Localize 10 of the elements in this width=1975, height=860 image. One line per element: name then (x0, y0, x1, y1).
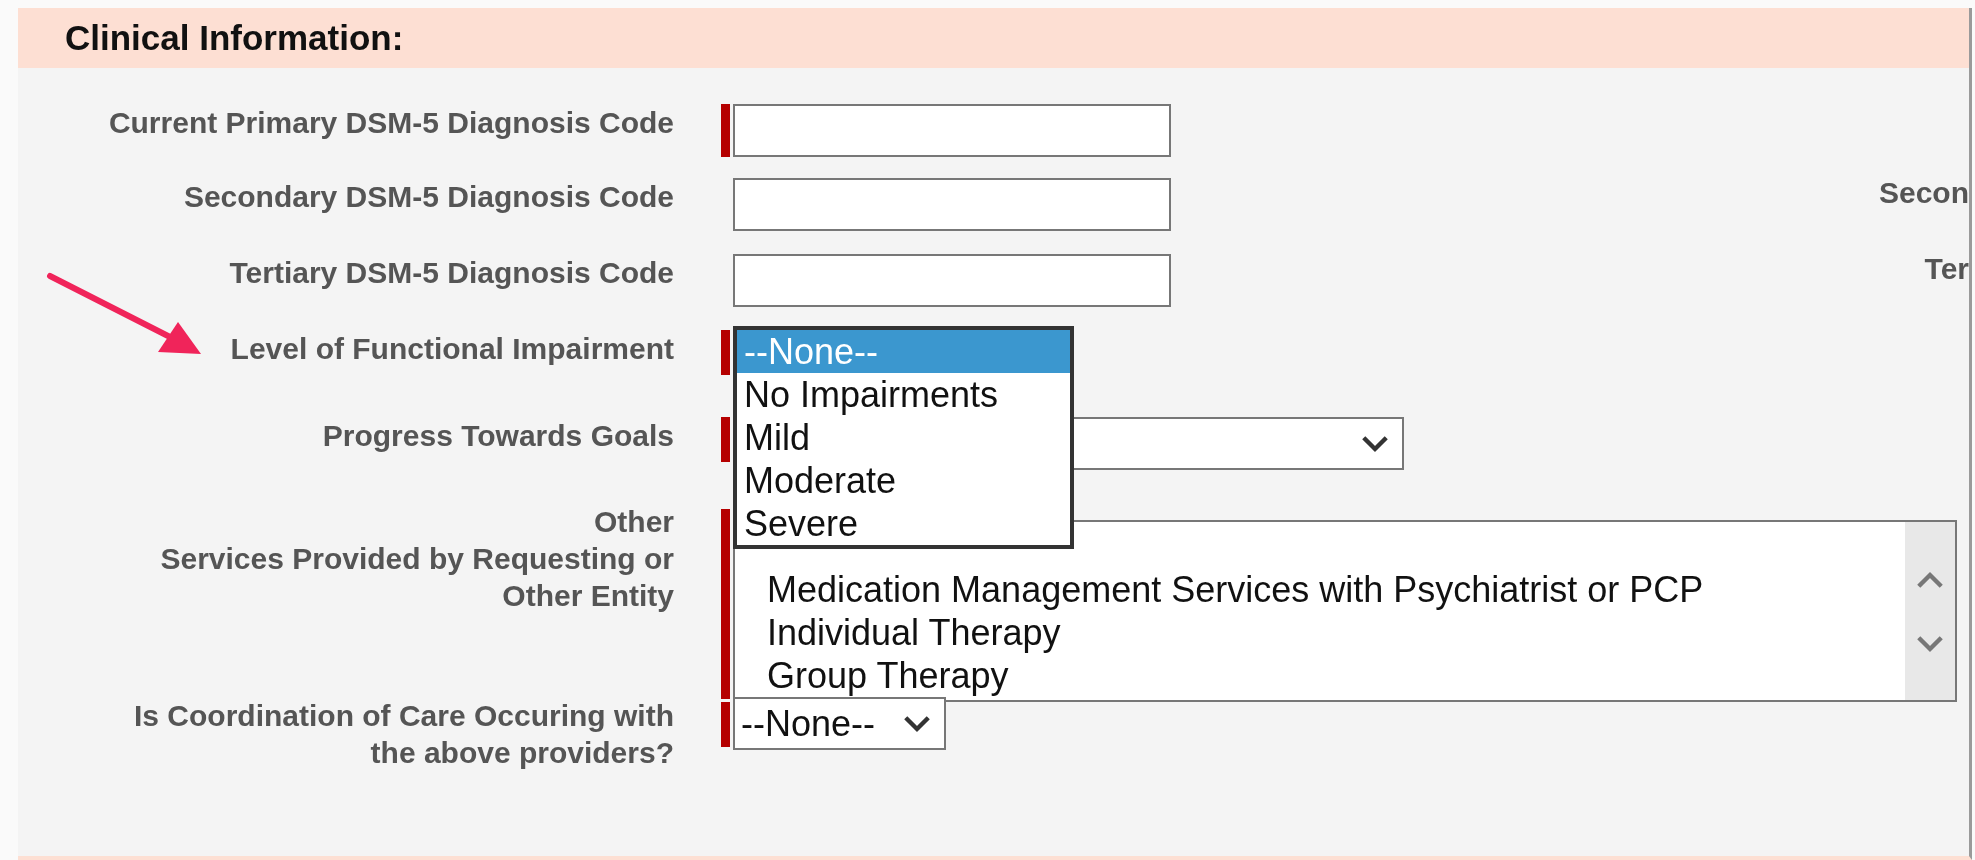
field-label: Progress Towards Goals (322, 418, 674, 454)
field-label: Ter (1924, 252, 1969, 286)
field-label: Tertiary DSM-5 Diagnosis Code (229, 255, 674, 291)
field-label: Level of Functional Impairment (230, 331, 674, 367)
field-label: Secon (1878, 176, 1969, 210)
field-label: Secondary DSM-5 Diagnosis Code (183, 179, 674, 215)
section-title: Clinical Information: (65, 18, 404, 58)
field-label: Is Coordination of Care Occuring with the above providers? (133, 698, 674, 771)
field-label: Current Primary DSM-5 Diagnosis Code (108, 105, 674, 141)
field-label: Other Services Provided by Requesting or Other Entity (160, 504, 674, 614)
